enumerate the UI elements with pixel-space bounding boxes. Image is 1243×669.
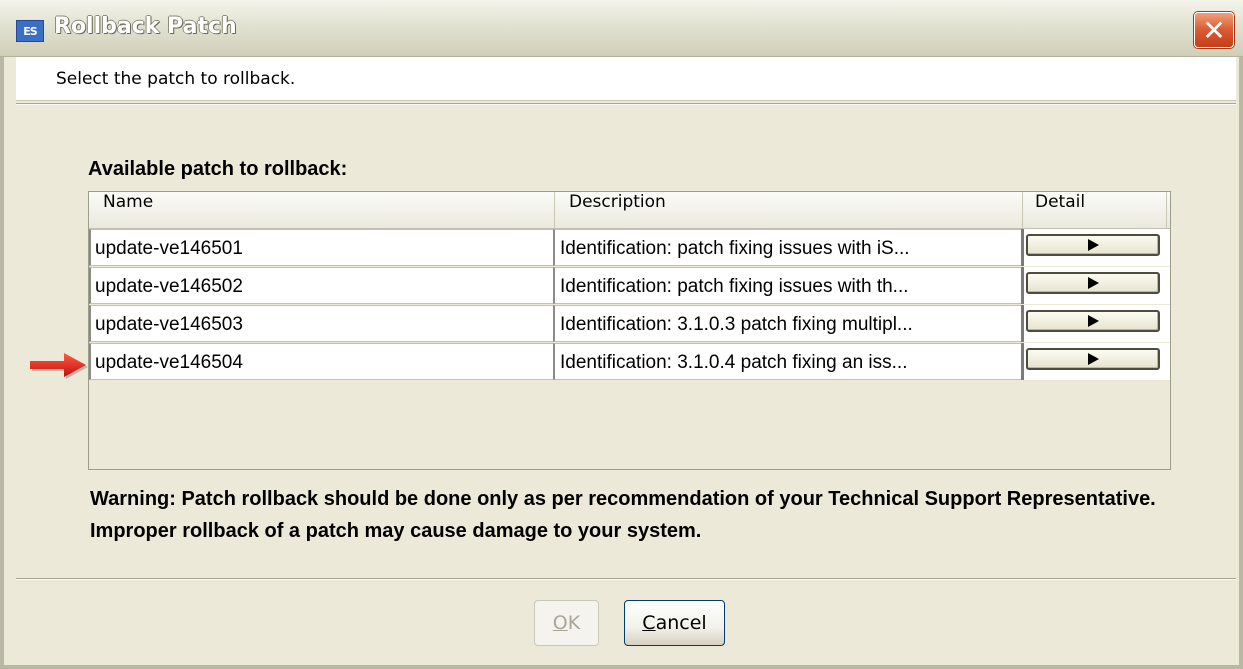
ok-mnemonic: O [552, 612, 568, 634]
header-divider [16, 103, 1236, 105]
footer-divider [16, 578, 1236, 580]
play-icon [1087, 239, 1099, 251]
cell-divider [1021, 229, 1024, 266]
close-icon: ✕ [1202, 13, 1226, 47]
detail-button[interactable] [1026, 234, 1160, 256]
detail-button[interactable] [1026, 272, 1160, 294]
detail-cell [1021, 343, 1170, 380]
column-header-name[interactable]: Name [89, 192, 555, 228]
cancel-button[interactable]: Cancel [624, 600, 725, 646]
app-icon: ES [16, 20, 44, 42]
table-row[interactable]: update-ve146501 Identification: patch fi… [89, 229, 1170, 266]
cell-divider [1021, 305, 1024, 342]
column-header-description[interactable]: Description [555, 192, 1023, 228]
patch-description-cell[interactable]: Identification: 3.1.0.4 patch fixing an … [553, 343, 1022, 380]
window-title: Rollback Patch [54, 14, 237, 39]
rollback-patch-dialog: ES Rollback Patch ✕ Select the patch to … [0, 0, 1243, 669]
table-row[interactable]: update-ve146504 Identification: 3.1.0.4 … [89, 343, 1170, 380]
title-bar[interactable]: ES Rollback Patch ✕ [0, 0, 1243, 57]
cancel-mnemonic: C [642, 612, 656, 634]
table-row[interactable]: update-ve146503 Identification: 3.1.0.3 … [89, 305, 1170, 342]
cell-divider [1021, 267, 1024, 304]
play-icon [1087, 315, 1099, 327]
patch-name-cell[interactable]: update-ve146501 [89, 229, 554, 266]
ok-label-rest: K [567, 612, 581, 634]
table-header: Name Description Detail [89, 192, 1170, 229]
detail-cell [1021, 229, 1170, 266]
red-arrow-icon [30, 353, 88, 379]
section-label: Available patch to rollback: [88, 158, 348, 180]
patch-description-cell[interactable]: Identification: 3.1.0.3 patch fixing mul… [553, 305, 1022, 342]
patch-table: Name Description Detail update-ve146501 … [88, 191, 1171, 470]
patch-name-cell[interactable]: update-ve146503 [89, 305, 554, 342]
cancel-label-rest: ancel [655, 612, 707, 634]
detail-cell [1021, 305, 1170, 342]
warning-message: Warning: Patch rollback should be done o… [90, 488, 1156, 542]
dialog-header: Select the patch to rollback. [16, 57, 1236, 101]
header-instruction: Select the patch to rollback. [56, 69, 296, 89]
patch-description-cell[interactable]: Identification: patch fixing issues with… [553, 229, 1022, 266]
close-button[interactable]: ✕ [1194, 12, 1234, 48]
column-header-detail[interactable]: Detail [1023, 192, 1167, 228]
table-row[interactable]: update-ve146502 Identification: patch fi… [89, 267, 1170, 304]
detail-cell [1021, 267, 1170, 304]
play-icon [1087, 277, 1099, 289]
cell-divider [1021, 343, 1024, 380]
play-icon [1087, 353, 1099, 365]
detail-button[interactable] [1026, 310, 1160, 332]
detail-button[interactable] [1026, 348, 1160, 370]
patch-name-cell[interactable]: update-ve146504 [89, 343, 554, 380]
patch-name-cell[interactable]: update-ve146502 [89, 267, 554, 304]
patch-description-cell[interactable]: Identification: patch fixing issues with… [553, 267, 1022, 304]
ok-button[interactable]: OK [534, 600, 599, 646]
